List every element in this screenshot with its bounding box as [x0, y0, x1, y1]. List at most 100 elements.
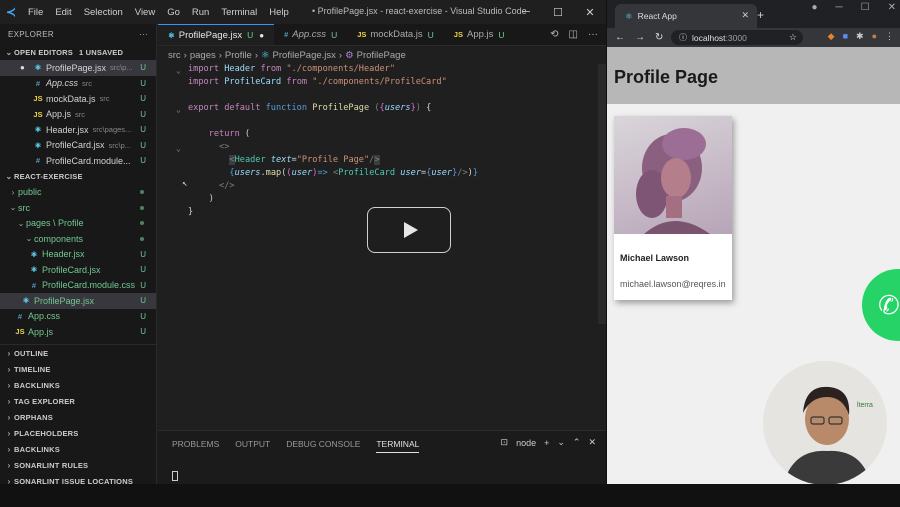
close-icon[interactable]: ✕ [574, 0, 606, 24]
metamask-icon[interactable]: ◆ [828, 31, 835, 42]
page-title: Profile Page [614, 67, 719, 87]
chevron-down-icon: ⌄ [17, 218, 25, 228]
maximize-icon[interactable]: ☐ [542, 0, 574, 24]
editor-actions: ⟲ ◫ ··· [550, 29, 598, 40]
close-icon[interactable]: ✕ [888, 2, 896, 13]
browser-tab[interactable]: ⚛ React App ✕ [615, 4, 757, 28]
tab-app-css[interactable]: # App.css U [274, 24, 347, 45]
reload-icon[interactable]: ↻ [655, 32, 663, 43]
section-outline[interactable]: › OUTLINE [0, 345, 156, 361]
open-editor-item[interactable]: ⚛ Header.jsx src\pages... U [0, 122, 156, 138]
page-header: Profile Page [607, 47, 900, 104]
breadcrumb-item[interactable]: Profile [225, 50, 252, 61]
fold-chevron-icon[interactable]: ⌄ [176, 66, 181, 75]
info-icon[interactable]: ⓘ [679, 32, 687, 43]
profile-email: michael.lawson@reqres.in [620, 279, 726, 289]
tree-folder-components[interactable]: ⌄ components [0, 231, 156, 247]
tree-folder-public[interactable]: › public [0, 185, 156, 201]
menu-go[interactable]: Go [167, 7, 180, 18]
kebab-menu-icon[interactable]: ⋮ [885, 31, 894, 42]
open-editor-item[interactable]: # App.css src U [0, 76, 156, 92]
tab-output[interactable]: OUTPUT [235, 439, 270, 453]
close-panel-icon[interactable]: ✕ [588, 437, 596, 448]
avatar[interactable]: ● [872, 31, 877, 42]
minimize-icon[interactable]: ─ [836, 2, 843, 13]
open-editors-label: OPEN EDITORS [14, 47, 73, 57]
tree-file[interactable]: JS App.js U [0, 324, 156, 340]
tab-mockdata[interactable]: JS mockData.js U [347, 24, 444, 45]
section-backlinks[interactable]: › BACKLINKS [0, 377, 156, 393]
open-editors-section[interactable]: ⌄ OPEN EDITORS 1 UNSAVED [0, 44, 156, 60]
chevron-down-icon[interactable]: ⌄ [557, 437, 565, 448]
compare-icon[interactable]: ⟲ [550, 29, 558, 40]
menu-view[interactable]: View [135, 7, 155, 18]
more-actions-icon[interactable]: ··· [139, 30, 148, 39]
tab-debug-console[interactable]: DEBUG CONSOLE [286, 439, 360, 453]
code-line: ) [188, 194, 214, 204]
tab-app-js[interactable]: JS App.js U [444, 24, 515, 45]
fold-chevron-icon[interactable]: ⌄ [176, 105, 181, 114]
maximize-icon[interactable]: ☐ [861, 2, 870, 13]
menu-help[interactable]: Help [269, 7, 289, 18]
git-status: U [140, 140, 146, 150]
code-line: {users.map((user)=> <ProfileCard user={u… [229, 168, 478, 178]
open-editor-item[interactable]: JS App.js src U [0, 107, 156, 123]
more-actions-icon[interactable]: ··· [588, 29, 598, 40]
terminal-cursor[interactable] [172, 471, 178, 481]
tab-terminal[interactable]: TERMINAL [376, 439, 420, 453]
tree-file[interactable]: ⚛ Header.jsx U [0, 247, 156, 263]
forward-icon[interactable]: → [635, 32, 645, 43]
tab-profilepage[interactable]: ⚛ ProfilePage.jsx U ● [158, 24, 275, 45]
new-tab-icon[interactable]: + [757, 8, 764, 22]
section-label: TIMELINE [14, 364, 51, 374]
project-section[interactable]: ⌄ REACT-EXERCISE [0, 169, 156, 185]
fold-chevron-icon[interactable]: ⌄ [176, 144, 181, 153]
breadcrumb-item[interactable]: src [168, 50, 181, 61]
video-play-button[interactable] [367, 207, 451, 253]
close-tab-icon[interactable]: ✕ [741, 10, 749, 21]
section-placeholders[interactable]: › PLACEHOLDERS [0, 425, 156, 441]
section-tag-explorer[interactable]: › TAG EXPLORER [0, 393, 156, 409]
breadcrumb-item[interactable]: ProfilePage [357, 50, 406, 61]
breadcrumb-item[interactable]: ProfilePage.jsx [273, 50, 336, 61]
tree-file-selected[interactable]: ⚛ ProfilePage.jsx U [0, 293, 156, 309]
section-timeline[interactable]: › TIMELINE [0, 361, 156, 377]
tree-file[interactable]: ⚛ ProfileCard.jsx U [0, 262, 156, 278]
terminal-shell-label[interactable]: node [516, 438, 536, 448]
tree-item-label: components [34, 233, 84, 244]
back-icon[interactable]: ← [615, 32, 625, 43]
open-editor-item[interactable]: JS mockData.js src U [0, 91, 156, 107]
section-label: ORPHANS [14, 412, 53, 422]
git-status: U [140, 63, 146, 73]
puzzle-icon[interactable]: ✱ [856, 31, 864, 42]
section-orphans[interactable]: › ORPHANS [0, 409, 156, 425]
open-editor-item[interactable]: ● ⚛ ProfilePage.jsx src\p... U [0, 60, 156, 76]
tree-file[interactable]: # ProfileCard.module.css U [0, 278, 156, 294]
tree-folder-src[interactable]: ⌄ src [0, 200, 156, 216]
address-bar[interactable]: ⓘ localhost:3000 ☆ [671, 30, 803, 45]
menu-file[interactable]: File [28, 7, 43, 18]
extension-icon[interactable]: ■ [843, 31, 848, 42]
tab-problems[interactable]: PROBLEMS [172, 439, 219, 453]
profile-icon[interactable]: ● [812, 2, 818, 13]
tree-file[interactable]: # App.css U [0, 309, 156, 325]
unsaved-dot-icon[interactable]: ● [259, 31, 264, 40]
menu-selection[interactable]: Selection [84, 7, 123, 18]
git-modified-dot [140, 221, 144, 226]
bookmark-star-icon[interactable]: ☆ [789, 32, 797, 43]
open-editor-item[interactable]: ⚛ ProfileCard.jsx src\p... U [0, 138, 156, 154]
editor-scrollbar[interactable] [598, 64, 606, 324]
minimize-icon[interactable]: ─ [510, 0, 542, 24]
new-terminal-icon[interactable]: + [544, 438, 549, 448]
maximize-panel-icon[interactable]: ⌃ [573, 437, 581, 448]
section-backlinks-2[interactable]: › BACKLINKS [0, 441, 156, 457]
react-file-icon: ⚛ [34, 125, 42, 135]
section-sonarlint-rules[interactable]: › SONARLINT RULES [0, 457, 156, 473]
menu-run[interactable]: Run [192, 7, 209, 18]
tree-folder-pages[interactable]: ⌄ pages \ Profile [0, 216, 156, 232]
breadcrumb-item[interactable]: pages [190, 50, 216, 61]
menu-edit[interactable]: Edit [55, 7, 71, 18]
open-editor-item[interactable]: # ProfileCard.module... U [0, 153, 156, 169]
split-editor-icon[interactable]: ◫ [569, 29, 578, 40]
menu-terminal[interactable]: Terminal [221, 7, 257, 18]
